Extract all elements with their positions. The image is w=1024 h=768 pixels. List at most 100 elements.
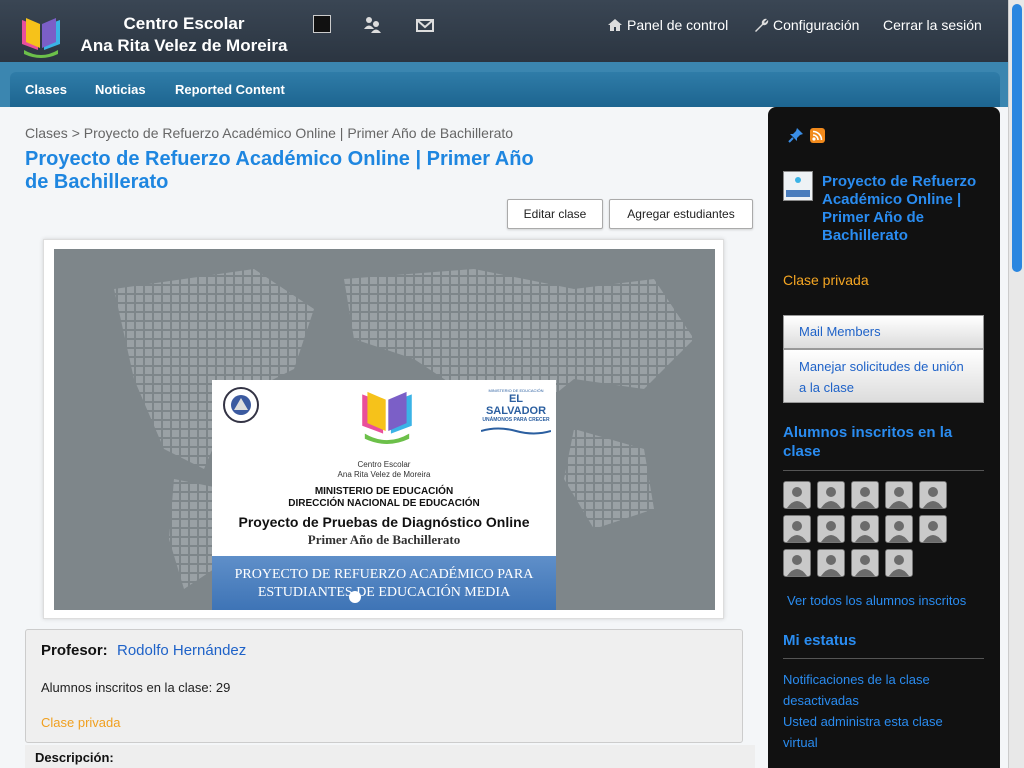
user-silhouette-icon <box>784 516 810 542</box>
students-heading: Alumnos inscritos en la clase <box>783 424 953 460</box>
student-avatar[interactable] <box>817 549 845 577</box>
banner-school-name: Centro Escolar Ana Rita Velez de Moreira <box>212 460 556 480</box>
page-scrollbar[interactable] <box>1008 0 1024 768</box>
student-avatar[interactable] <box>817 515 845 543</box>
user-silhouette-icon <box>852 550 878 576</box>
home-icon <box>608 19 622 31</box>
banner-school-line1: Centro Escolar <box>357 460 411 469</box>
description-label: Descripción: <box>35 750 114 765</box>
nav-item-news[interactable]: Noticias <box>95 82 146 97</box>
slideshow-dot[interactable] <box>349 591 361 603</box>
user-silhouette-icon <box>818 482 844 508</box>
messages-icon[interactable] <box>415 16 435 36</box>
banner-school-logo <box>362 391 412 444</box>
el-salvador-logo-motto: UNÁMONOS PARA CRECER <box>482 417 550 423</box>
user-silhouette-icon <box>886 516 912 542</box>
settings-label: Configuración <box>773 17 860 33</box>
school-logo[interactable] <box>18 12 64 58</box>
banner-year: Primer Año de Bachillerato <box>307 532 461 547</box>
banner-school-line2: Ana Rita Velez de Moreira <box>337 470 431 479</box>
banner-ministry-line2: DIRECCIÓN NACIONAL DE EDUCACIÓN <box>288 498 480 509</box>
manage-requests-button[interactable]: Manejar solicitudes de unión a la clase <box>783 349 984 403</box>
notifications-status-link[interactable]: Notificaciones de la clase desactivadas <box>783 669 953 711</box>
scrollbar-thumb[interactable] <box>1012 4 1022 272</box>
user-silhouette-icon <box>920 482 946 508</box>
top-header: Centro Escolar Ana Rita Velez de Moreira… <box>0 0 1008 62</box>
student-avatar[interactable] <box>783 549 811 577</box>
breadcrumb-current: Proyecto de Refuerzo Académico Online | … <box>83 125 514 141</box>
user-silhouette-icon <box>784 550 810 576</box>
mail-members-button[interactable]: Mail Members <box>783 315 984 349</box>
student-avatar[interactable] <box>919 515 947 543</box>
site-title-line2: Ana Rita Velez de Moreira <box>80 36 288 55</box>
dashboard-link[interactable]: Panel de control <box>607 17 728 33</box>
add-students-button[interactable]: Agregar estudiantes <box>609 199 753 229</box>
banner-ministry: MINISTERIO DE EDUCACIÓN DIRECCIÓN NACION… <box>212 486 556 510</box>
user-silhouette-icon <box>818 516 844 542</box>
settings-link[interactable]: Configuración <box>753 17 859 33</box>
user-silhouette-icon <box>818 550 844 576</box>
national-seal-icon <box>223 387 259 423</box>
breadcrumb-separator: > <box>71 125 80 141</box>
banner-project-title: Proyecto de Pruebas de Diagnóstico Onlin… <box>238 514 530 530</box>
teacher-label: Profesor: <box>41 642 108 659</box>
el-salvador-logo: MINISTERIO DE EDUCACIÓN EL SALVADOR UNÁM… <box>480 388 552 441</box>
class-thumbnail[interactable] <box>783 171 813 201</box>
user-silhouette-icon <box>920 516 946 542</box>
breadcrumb-root[interactable]: Clases <box>25 125 68 141</box>
site-title-line1: Centro Escolar <box>123 14 245 33</box>
student-avatar[interactable] <box>919 481 947 509</box>
class-info-box: Profesor: Rodolfo Hernández Alumnos insc… <box>25 629 743 743</box>
profile-picture-icon[interactable] <box>313 15 331 33</box>
user-silhouette-icon <box>852 516 878 542</box>
status-heading: Mi estatus <box>783 632 857 649</box>
pin-icon[interactable] <box>788 127 804 143</box>
student-avatar[interactable] <box>851 515 879 543</box>
divider <box>783 470 984 471</box>
banner-strip: PROYECTO DE REFUERZO ACADÉMICO PARA ESTU… <box>212 556 556 610</box>
user-silhouette-icon <box>852 482 878 508</box>
nav-wrapper: Clases Noticias Reported Content <box>0 62 1008 107</box>
student-avatar[interactable] <box>885 549 913 577</box>
banner-strip-text: PROYECTO DE REFUERZO ACADÉMICO PARA ESTU… <box>212 566 556 602</box>
banner-strip-line2: ESTUDIANTES DE EDUCACIÓN MEDIA <box>257 585 511 600</box>
user-silhouette-icon <box>784 482 810 508</box>
enrolled-count: Alumnos inscritos en la clase: 29 <box>41 680 231 695</box>
teacher-name-link[interactable]: Rodolfo Hernández <box>117 642 246 659</box>
student-avatar[interactable] <box>885 481 913 509</box>
student-avatar[interactable] <box>817 481 845 509</box>
banner-strip-line1: PROYECTO DE REFUERZO ACADÉMICO PARA <box>234 567 534 582</box>
user-silhouette-icon <box>886 482 912 508</box>
rss-icon[interactable] <box>810 128 825 143</box>
friends-icon[interactable] <box>362 15 382 35</box>
student-avatar[interactable] <box>851 481 879 509</box>
user-silhouette-icon <box>886 550 912 576</box>
banner-slideshow[interactable]: MINISTERIO DE EDUCACIÓN EL SALVADOR UNÁM… <box>54 249 715 610</box>
banner-ministry-line1: MINISTERIO DE EDUCACIÓN <box>314 486 454 497</box>
site-title[interactable]: Centro Escolar Ana Rita Velez de Moreira <box>74 13 294 57</box>
student-avatar[interactable] <box>851 549 879 577</box>
banner-card: MINISTERIO DE EDUCACIÓN EL SALVADOR UNÁM… <box>212 380 556 610</box>
student-avatar[interactable] <box>783 515 811 543</box>
sidebar-class-title[interactable]: Proyecto de Refuerzo Académico Online | … <box>822 173 992 245</box>
view-all-students-link[interactable]: Ver todos los alumnos inscritos <box>787 590 966 611</box>
wrench-icon <box>755 18 769 32</box>
student-avatar[interactable] <box>783 481 811 509</box>
description-section: Descripción: <box>25 745 755 768</box>
breadcrumb: Clases > Proyecto de Refuerzo Académico … <box>25 125 513 141</box>
sidebar: Proyecto de Refuerzo Académico Online | … <box>768 107 1000 768</box>
nav-item-classes[interactable]: Clases <box>25 82 67 97</box>
wave-graphic <box>480 427 552 435</box>
nav-item-reported-content[interactable]: Reported Content <box>175 82 285 97</box>
page-title: Proyecto de Refuerzo Académico Online | … <box>25 148 534 193</box>
logout-link[interactable]: Cerrar la sesión <box>883 17 982 33</box>
student-avatar[interactable] <box>885 515 913 543</box>
main-nav: Clases Noticias Reported Content <box>10 72 1000 107</box>
banner-frame: MINISTERIO DE EDUCACIÓN EL SALVADOR UNÁM… <box>43 239 724 619</box>
privacy-status: Clase privada <box>41 715 121 730</box>
divider <box>783 658 984 659</box>
admin-status-link[interactable]: Usted administra esta clase virtual <box>783 711 973 753</box>
dashboard-label: Panel de control <box>627 17 729 33</box>
sidebar-privacy: Clase privada <box>783 272 869 288</box>
edit-class-button[interactable]: Editar clase <box>507 199 603 229</box>
